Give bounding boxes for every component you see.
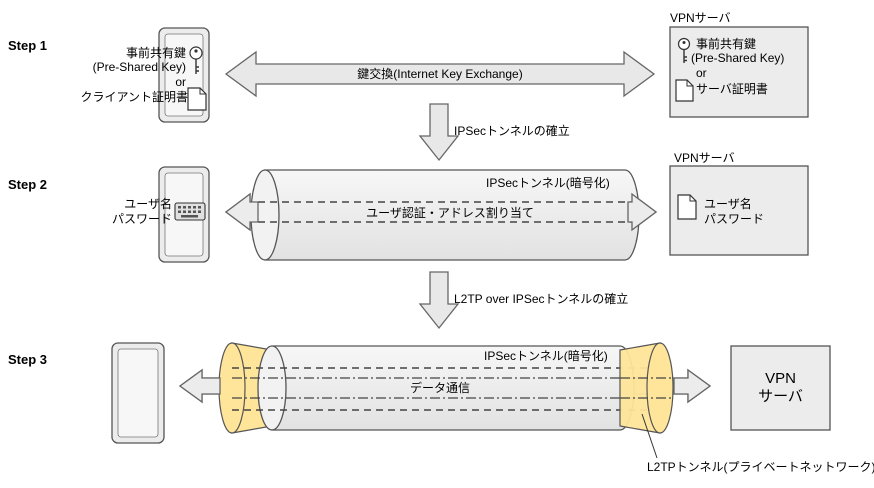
server-certificate-icon [675, 79, 694, 102]
l2tp-cone-right [619, 342, 674, 434]
step-3-label: Step 3 [8, 352, 48, 367]
keyboard-icon [174, 202, 206, 221]
server-psk-en-label: (Pre-Shared Key) [691, 51, 785, 65]
step-2-label: Step 2 [8, 177, 48, 192]
step3-action-label: データ通信 [409, 381, 470, 395]
transition-arrow-2 [418, 271, 460, 330]
step3-arrow-right-tip [673, 368, 712, 404]
client-psk-label: 事前共有鍵 [125, 46, 186, 60]
step3-tunnel-label: IPSecトンネル(暗号化) [484, 349, 608, 363]
step2-arrow-right-tip [627, 192, 658, 232]
client-password-label: パスワード [111, 212, 172, 226]
transition-arrow-1 [418, 103, 460, 162]
client-or-label: or [175, 75, 186, 89]
transition-1-label: IPSecトンネルの確立 [454, 124, 570, 138]
transition-2-label: L2TP over IPSecトンネルの確立 [454, 292, 629, 306]
diagram-canvas: Step 1 Step 2 Step 3 事前共有鍵 (Pre-Shared K… [0, 0, 874, 488]
server-or-label: or [696, 66, 707, 80]
server2-title: VPNサーバ [674, 151, 735, 165]
server1-title: VPNサーバ [670, 11, 731, 25]
client-psk-en-label: (Pre-Shared Key) [92, 60, 186, 74]
client-username-label: ユーザ名 [124, 197, 172, 211]
client-cert-label: クライアント証明書 [80, 90, 188, 104]
step-1-label: Step 1 [8, 38, 48, 53]
step3-arrow-left-tip [178, 368, 221, 404]
key-exchange-label: 鍵交換(Internet Key Exchange) [357, 67, 523, 81]
step2-action-label: ユーザ認証・アドレス割り当て [366, 206, 534, 220]
server-username-label: ユーザ名 [704, 197, 752, 211]
server-psk-label: 事前共有鍵 [696, 37, 757, 51]
l2tp-tunnel-label: L2TPトンネル(プライベートネットワーク) [647, 460, 874, 474]
server-cert-label: サーバ証明書 [696, 82, 768, 96]
server-password-label: パスワード [704, 212, 765, 226]
step2-tunnel-label: IPSecトンネル(暗号化) [486, 176, 610, 190]
certificate-document-icon [187, 87, 207, 111]
server-credentials-document-icon [677, 194, 697, 220]
server3-line1: VPN [765, 370, 796, 387]
step3-client-phone [111, 342, 165, 444]
server3-line2: サーバ [758, 388, 803, 405]
